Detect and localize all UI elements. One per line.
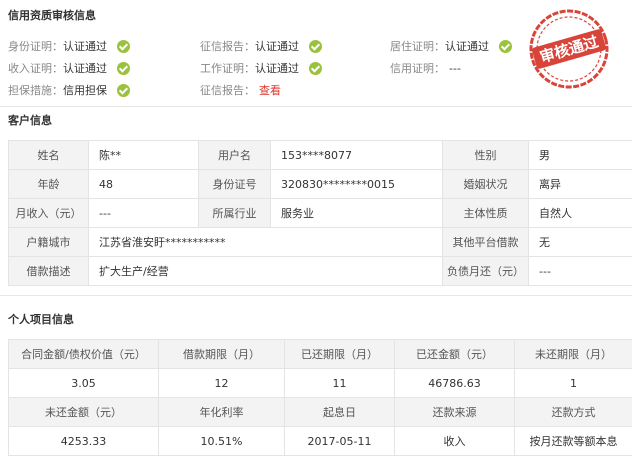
field-value: 服务业: [271, 199, 443, 228]
field-value: 48: [89, 170, 199, 199]
cell-value: 11: [285, 369, 395, 398]
credit-item-value: 认证通过: [63, 60, 107, 76]
table-row: 姓名 陈** 用户名 153****8077 性别 男: [9, 141, 632, 170]
cell-value: 2017-05-11: [285, 427, 395, 456]
credit-item-value: ---: [449, 62, 461, 75]
cell-value: 4253.33: [9, 427, 159, 456]
field-value: ---: [89, 199, 199, 228]
table-row: 年龄 48 身份证号 320830********0015 婚姻状况 离异: [9, 170, 632, 199]
credit-item-id: 身份证明： 认证通过: [8, 38, 130, 54]
field-label: 姓名: [9, 141, 89, 170]
credit-item-value: 认证通过: [255, 38, 299, 54]
credit-item-guarantee: 担保措施： 信用担保: [8, 82, 130, 98]
field-label: 所属行业: [199, 199, 271, 228]
column-header: 年化利率: [159, 398, 285, 427]
table-header-row: 未还金额（元） 年化利率 起息日 还款来源 还款方式: [9, 398, 632, 427]
credit-item-income: 收入证明： 认证通过: [8, 60, 130, 76]
field-label: 其他平台借款: [443, 228, 529, 257]
project-info-table: 合同金额/债权价值（元） 借款期限（月） 已还期限（月） 已还金额（元） 未还期…: [8, 339, 632, 456]
column-header: 未还金额（元）: [9, 398, 159, 427]
field-label: 性别: [443, 141, 529, 170]
check-icon: [117, 62, 130, 75]
credit-item-value: 信用担保: [63, 82, 107, 98]
view-report-link[interactable]: 查看: [259, 82, 281, 98]
field-label: 户籍城市: [9, 228, 89, 257]
field-label: 身份证号: [199, 170, 271, 199]
approved-stamp-icon: 审核通过: [527, 7, 611, 91]
field-value: 陈**: [89, 141, 199, 170]
credit-item-credit-report: 征信报告： 认证通过: [200, 38, 322, 54]
column-header: 借款期限（月）: [159, 340, 285, 369]
table-row: 户籍城市 江苏省淮安盱*********** 其他平台借款 无: [9, 228, 632, 257]
field-value: 江苏省淮安盱***********: [89, 228, 443, 257]
credit-item-label: 工作证明：: [200, 60, 255, 76]
cell-value: 10.51%: [159, 427, 285, 456]
credit-item-label: 征信报告：: [200, 38, 255, 54]
cell-value: 3.05: [9, 369, 159, 398]
field-label: 婚姻状况: [443, 170, 529, 199]
credit-item-value: 认证通过: [445, 38, 489, 54]
column-header: 起息日: [285, 398, 395, 427]
column-header: 还款来源: [395, 398, 515, 427]
credit-item-label: 担保措施：: [8, 82, 63, 98]
credit-item-label: 征信报告：: [200, 82, 255, 98]
column-header: 已还期限（月）: [285, 340, 395, 369]
column-header: 还款方式: [515, 398, 632, 427]
credit-item-value: 认证通过: [255, 60, 299, 76]
credit-item-label: 收入证明：: [8, 60, 63, 76]
table-header-row: 合同金额/债权价值（元） 借款期限（月） 已还期限（月） 已还金额（元） 未还期…: [9, 340, 632, 369]
check-icon: [309, 62, 322, 75]
table-row: 4253.33 10.51% 2017-05-11 收入 按月还款等额本息: [9, 427, 632, 456]
credit-item-credit-proof: 信用证明： ---: [390, 60, 461, 76]
field-value: 自然人: [529, 199, 632, 228]
check-icon: [309, 40, 322, 53]
credit-item-label: 居住证明：: [390, 38, 445, 54]
table-row: 借款描述 扩大生产/经营 负债月还（元） ---: [9, 257, 632, 286]
cell-value: 12: [159, 369, 285, 398]
check-icon: [117, 84, 130, 97]
cell-value: 1: [515, 369, 632, 398]
credit-item-label: 信用证明：: [390, 60, 445, 76]
field-label: 借款描述: [9, 257, 89, 286]
cell-value: 收入: [395, 427, 515, 456]
cell-value: 按月还款等额本息: [515, 427, 632, 456]
field-value: 153****8077: [271, 141, 443, 170]
column-header: 未还期限（月）: [515, 340, 632, 369]
credit-item-work: 工作证明： 认证通过: [200, 60, 322, 76]
cell-value: 46786.63: [395, 369, 515, 398]
field-value: 无: [529, 228, 632, 257]
credit-item-residence: 居住证明： 认证通过: [390, 38, 512, 54]
customer-section-title: 客户信息: [8, 112, 52, 128]
customer-info-table: 姓名 陈** 用户名 153****8077 性别 男 年龄 48 身份证号 3…: [8, 140, 632, 286]
credit-item-label: 身份证明：: [8, 38, 63, 54]
field-label: 负债月还（元）: [443, 257, 529, 286]
divider: [0, 106, 632, 107]
table-row: 3.05 12 11 46786.63 1: [9, 369, 632, 398]
check-icon: [499, 40, 512, 53]
column-header: 已还金额（元）: [395, 340, 515, 369]
project-section-title: 个人项目信息: [8, 311, 74, 327]
field-value: 男: [529, 141, 632, 170]
field-label: 年龄: [9, 170, 89, 199]
column-header: 合同金额/债权价值（元）: [9, 340, 159, 369]
field-value: 离异: [529, 170, 632, 199]
field-value: ---: [529, 257, 632, 286]
credit-item-report-view: 征信报告： 查看: [200, 82, 281, 98]
field-label: 用户名: [199, 141, 271, 170]
check-icon: [117, 40, 130, 53]
field-label: 主体性质: [443, 199, 529, 228]
field-label: 月收入（元）: [9, 199, 89, 228]
field-value: 扩大生产/经营: [89, 257, 443, 286]
field-value: 320830********0015: [271, 170, 443, 199]
credit-item-value: 认证通过: [63, 38, 107, 54]
divider: [0, 295, 632, 296]
credit-section-title: 信用资质审核信息: [8, 7, 96, 23]
table-row: 月收入（元） --- 所属行业 服务业 主体性质 自然人: [9, 199, 632, 228]
